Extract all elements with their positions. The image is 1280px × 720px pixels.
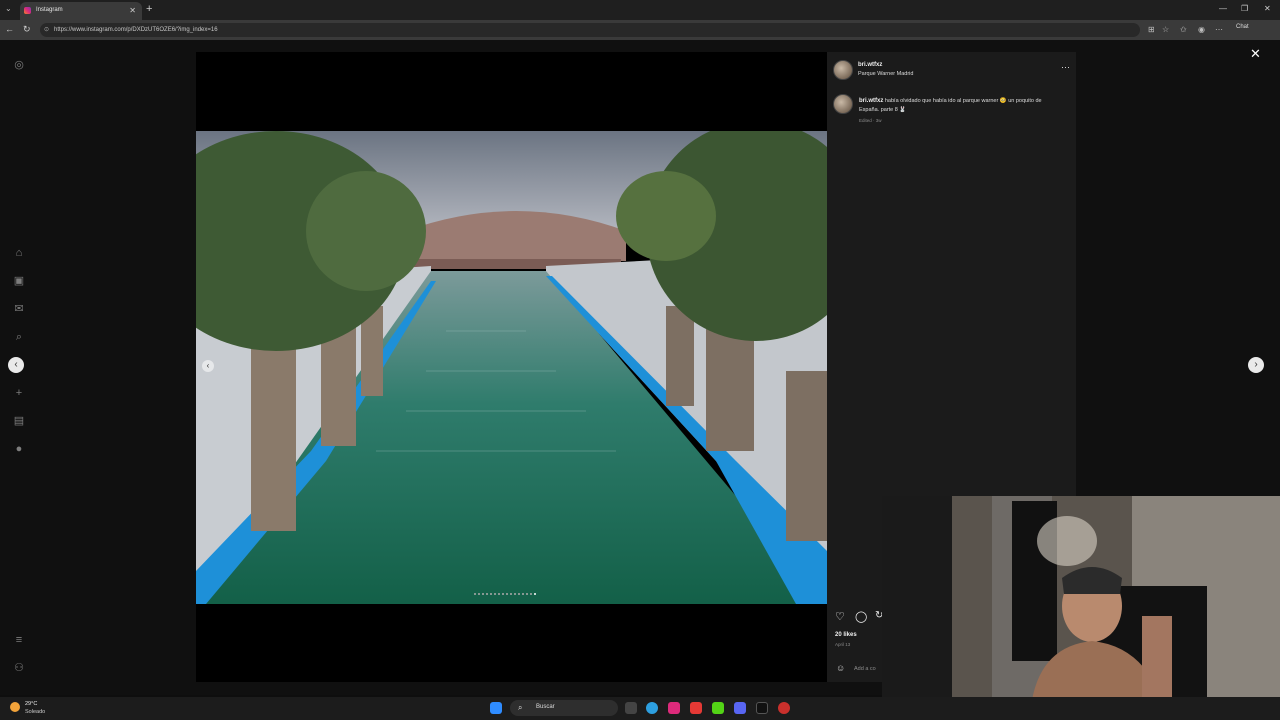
webcam-overlay — [882, 496, 1280, 700]
post-date: April 13 — [835, 642, 851, 647]
webcam-feed — [882, 496, 1280, 700]
browser-tab[interactable]: Instagram ✕ — [20, 2, 142, 20]
post-location[interactable]: Parque Warner Madrid — [858, 71, 913, 77]
tab-list-chevron-icon[interactable]: ⌄ — [5, 4, 12, 13]
weather-desc: Soleado — [25, 709, 46, 715]
search-icon: ⌕ — [518, 703, 523, 712]
bookmark-star-icon[interactable]: ☆ — [1162, 25, 1169, 34]
restore-icon[interactable]: ❐ — [1241, 4, 1248, 13]
streaming-app-icon[interactable] — [778, 702, 790, 714]
dashboard-icon[interactable]: ▤ — [12, 414, 26, 428]
taskbar-search-label: Buscar — [536, 704, 555, 710]
search-icon[interactable]: ⌕ — [12, 330, 26, 344]
window-close-icon[interactable]: ✕ — [1264, 4, 1271, 13]
like-icon[interactable]: ♡ — [835, 610, 845, 623]
weather-icon[interactable] — [10, 702, 20, 712]
install-app-icon[interactable]: ⊞ — [1148, 25, 1155, 34]
edge-browser-icon[interactable] — [646, 702, 658, 714]
weather-temp[interactable]: 29°C — [25, 701, 37, 707]
emoji-icon[interactable]: ☺ — [836, 663, 845, 673]
new-tab-icon[interactable]: + — [146, 3, 152, 15]
caption-text: había olvidado que había ido al parque w… — [859, 98, 1042, 113]
youtube-icon[interactable] — [690, 702, 702, 714]
windows-taskbar — [0, 697, 1280, 720]
windows-start-icon[interactable] — [490, 702, 502, 714]
likes-count[interactable]: 20 likes — [835, 632, 857, 638]
water-channel-photo — [196, 131, 827, 604]
instagram-favicon-icon — [24, 7, 31, 14]
avatar[interactable] — [833, 60, 853, 80]
url-text: https://www.instagram.com/p/DXDzUT6OZE6/… — [54, 27, 218, 33]
next-post-button[interactable]: › — [1248, 357, 1264, 373]
close-post-icon[interactable]: ✕ — [1250, 46, 1261, 62]
kick-icon[interactable] — [712, 702, 724, 714]
task-view-icon[interactable] — [625, 702, 637, 714]
home-icon[interactable]: ⌂ — [12, 246, 26, 260]
caption-username[interactable]: bri.wtfxz — [859, 98, 883, 104]
taskbar-search[interactable]: ⌕ Buscar — [510, 700, 618, 716]
more-options-icon[interactable]: ⋯ — [1061, 62, 1070, 73]
tiktok-icon[interactable] — [756, 702, 768, 714]
chat-button[interactable]: Chat — [1236, 24, 1249, 30]
edited-timestamp: Edited · 3w — [859, 118, 882, 123]
plus-icon[interactable]: + — [12, 386, 26, 400]
meta-apps-icon[interactable]: ⚇ — [12, 661, 26, 675]
add-comment-input[interactable]: Add a co — [854, 666, 876, 672]
more-menu-icon[interactable]: ⋯ — [1215, 25, 1223, 34]
previous-post-button[interactable]: ‹ — [8, 357, 24, 373]
profile-icon[interactable]: ● — [12, 442, 26, 456]
previous-photo-button[interactable]: ‹ — [202, 360, 214, 372]
profile-avatar-icon[interactable]: ◉ — [1198, 25, 1205, 34]
carousel-dots — [474, 593, 554, 597]
favorites-icon[interactable]: ✩ — [1180, 25, 1187, 34]
reels-icon[interactable]: ▣ — [12, 274, 26, 288]
minimize-icon[interactable]: — — [1219, 4, 1227, 13]
messages-icon[interactable]: ✉ — [12, 302, 26, 316]
comment-icon[interactable]: ◯ — [855, 610, 867, 623]
back-icon[interactable]: ← — [5, 24, 14, 34]
url-field[interactable]: ⊙ https://www.instagram.com/p/DXDzUT6OZE… — [40, 23, 1140, 37]
instagram-app-icon[interactable] — [668, 702, 680, 714]
tab-title: Instagram — [36, 7, 63, 13]
post-photo — [196, 131, 827, 604]
caption-avatar[interactable] — [833, 94, 853, 114]
discord-icon[interactable] — [734, 702, 746, 714]
caption: bri.wtfxz había olvidado que había ido a… — [859, 97, 1059, 115]
chat-label: Chat — [1236, 24, 1249, 30]
close-tab-icon[interactable]: ✕ — [129, 6, 136, 15]
browser-tabbar: ⌄ Instagram ✕ + — ❐ ✕ — [0, 0, 1280, 20]
post-username[interactable]: bri.wtfxz — [858, 62, 882, 68]
instagram-logo-icon[interactable]: ◎ — [12, 58, 26, 72]
hamburger-icon[interactable]: ≡ — [12, 633, 26, 647]
site-info-icon[interactable]: ⊙ — [44, 26, 49, 33]
reload-icon[interactable]: ↻ — [23, 24, 31, 35]
